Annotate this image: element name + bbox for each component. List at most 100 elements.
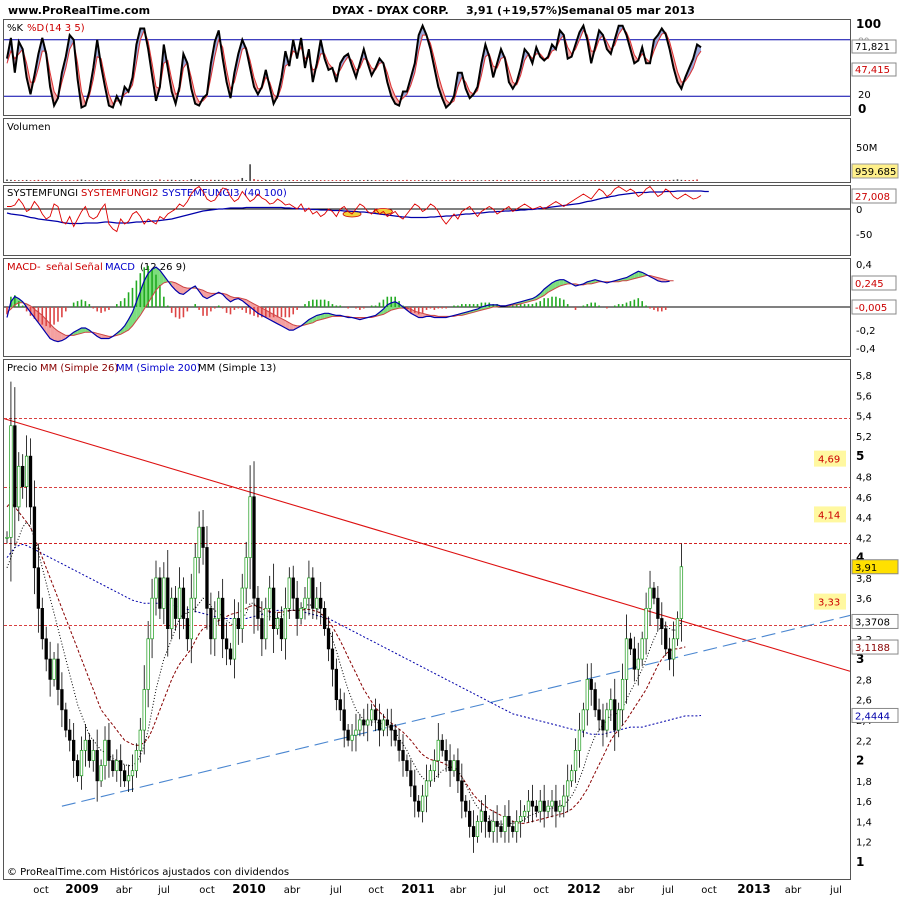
- candle-up: [648, 587, 652, 609]
- candle-down: [228, 648, 233, 660]
- volume-bar: [182, 180, 185, 181]
- macd-label-sig2: Señal: [75, 262, 103, 273]
- volume-bar: [366, 179, 369, 181]
- candle-up: [381, 719, 386, 731]
- macd-histogram-bar: [586, 304, 589, 307]
- macd-histogram-bar: [335, 305, 338, 307]
- volume-bar: [394, 180, 396, 181]
- period-label: Semanal: [561, 4, 614, 17]
- macd-histogram-bar: [664, 307, 667, 310]
- volume-bar: [261, 180, 263, 181]
- volume-tick-50m: 50M: [856, 143, 877, 154]
- stoch-k-value: 71,821: [855, 42, 890, 53]
- macd-histogram-bar: [245, 307, 247, 313]
- macd-histogram-bar: [84, 301, 87, 307]
- macd-histogram-bar: [178, 307, 181, 319]
- candle-down: [319, 597, 323, 609]
- volume-bar: [684, 180, 687, 181]
- macd-histogram-bar: [198, 307, 200, 310]
- volume-bar: [72, 180, 75, 181]
- volume-bar: [147, 180, 149, 181]
- macd-histogram-bar: [80, 299, 83, 307]
- volume-bar: [245, 180, 247, 181]
- volume-bar: [578, 179, 581, 181]
- candle-down: [652, 587, 656, 599]
- volume-bar: [378, 180, 381, 181]
- volume-bar: [347, 180, 349, 181]
- volume-bar: [159, 179, 161, 181]
- macd-histogram-bar: [21, 305, 24, 307]
- volume-bar: [331, 180, 334, 181]
- macd-histogram-bar: [253, 307, 255, 316]
- volume-bar: [202, 180, 204, 181]
- volume-bar: [500, 180, 502, 181]
- volume-bar: [135, 179, 138, 181]
- volume-bar: [386, 180, 389, 181]
- volume-bar: [649, 179, 651, 181]
- candle-up: [609, 699, 613, 711]
- volume-bar: [268, 180, 271, 181]
- candle-down: [464, 800, 468, 812]
- macd-histogram-bar: [280, 307, 283, 318]
- volume-bar: [590, 180, 593, 181]
- volume-bar: [210, 179, 212, 181]
- macd-histogram-bar: [214, 307, 216, 309]
- volume-bar: [562, 180, 565, 181]
- candle-up: [577, 729, 582, 751]
- macd-histogram-bar: [649, 307, 651, 309]
- volume-bar: [139, 179, 142, 181]
- macd-tick-neg0.4: -0,4: [856, 344, 876, 355]
- stoch-tick-100: 100: [856, 17, 881, 31]
- candle-down: [201, 526, 205, 548]
- volume-bar: [492, 180, 494, 181]
- macd-histogram-bar: [45, 307, 48, 327]
- candle-down: [471, 826, 476, 837]
- volume-bar: [570, 180, 573, 181]
- volume-bar: [461, 180, 463, 181]
- candle-up: [240, 587, 244, 629]
- volume-bar: [539, 180, 542, 181]
- macd-histogram-bar: [127, 292, 130, 307]
- volume-bar: [221, 180, 224, 181]
- macd-histogram-bar: [264, 307, 267, 318]
- candle-down: [119, 760, 123, 772]
- macd-histogram-bar: [468, 304, 471, 307]
- macd-histogram-bar: [413, 307, 416, 313]
- macd-histogram-bar: [312, 299, 314, 307]
- fungi-tick-neg50: -50: [856, 230, 872, 241]
- volume-bar: [586, 180, 589, 181]
- volume-bar: [668, 180, 671, 181]
- candle-down: [75, 760, 80, 777]
- candle-down: [32, 506, 37, 569]
- candle-up: [585, 679, 589, 711]
- macd-histogram-bar: [457, 305, 459, 307]
- volume-bar: [602, 179, 604, 181]
- volume-bar: [186, 180, 189, 181]
- candle-up: [679, 566, 684, 619]
- volume-bar: [312, 180, 314, 181]
- candle-up: [315, 597, 319, 609]
- site-name[interactable]: www.ProRealTime.com: [8, 4, 150, 17]
- macd-tick-0.4: 0,4: [856, 260, 872, 271]
- volume-bar: [225, 180, 228, 181]
- volume-bar: [339, 180, 342, 181]
- macd-histogram-bar: [437, 307, 440, 309]
- macd-histogram-bar: [363, 307, 365, 309]
- candle-up: [303, 597, 307, 609]
- volume-bar: [672, 179, 675, 181]
- volume-bar: [351, 180, 353, 181]
- fungi-label-3: SYSTEMFUNGI3: [162, 188, 239, 199]
- candle-down: [21, 465, 25, 487]
- candle-up: [420, 795, 425, 812]
- volume-bar: [178, 180, 181, 181]
- candle-up: [538, 800, 542, 812]
- volume-bar: [425, 179, 428, 181]
- volume-bar: [104, 180, 106, 181]
- candle-down: [385, 719, 389, 726]
- macd-histogram-bar: [613, 305, 616, 307]
- candle-up: [52, 658, 56, 680]
- candle-down: [13, 425, 17, 508]
- volume-bar: [288, 180, 291, 181]
- macd-histogram-bar: [123, 298, 126, 307]
- volume-bar: [457, 180, 459, 181]
